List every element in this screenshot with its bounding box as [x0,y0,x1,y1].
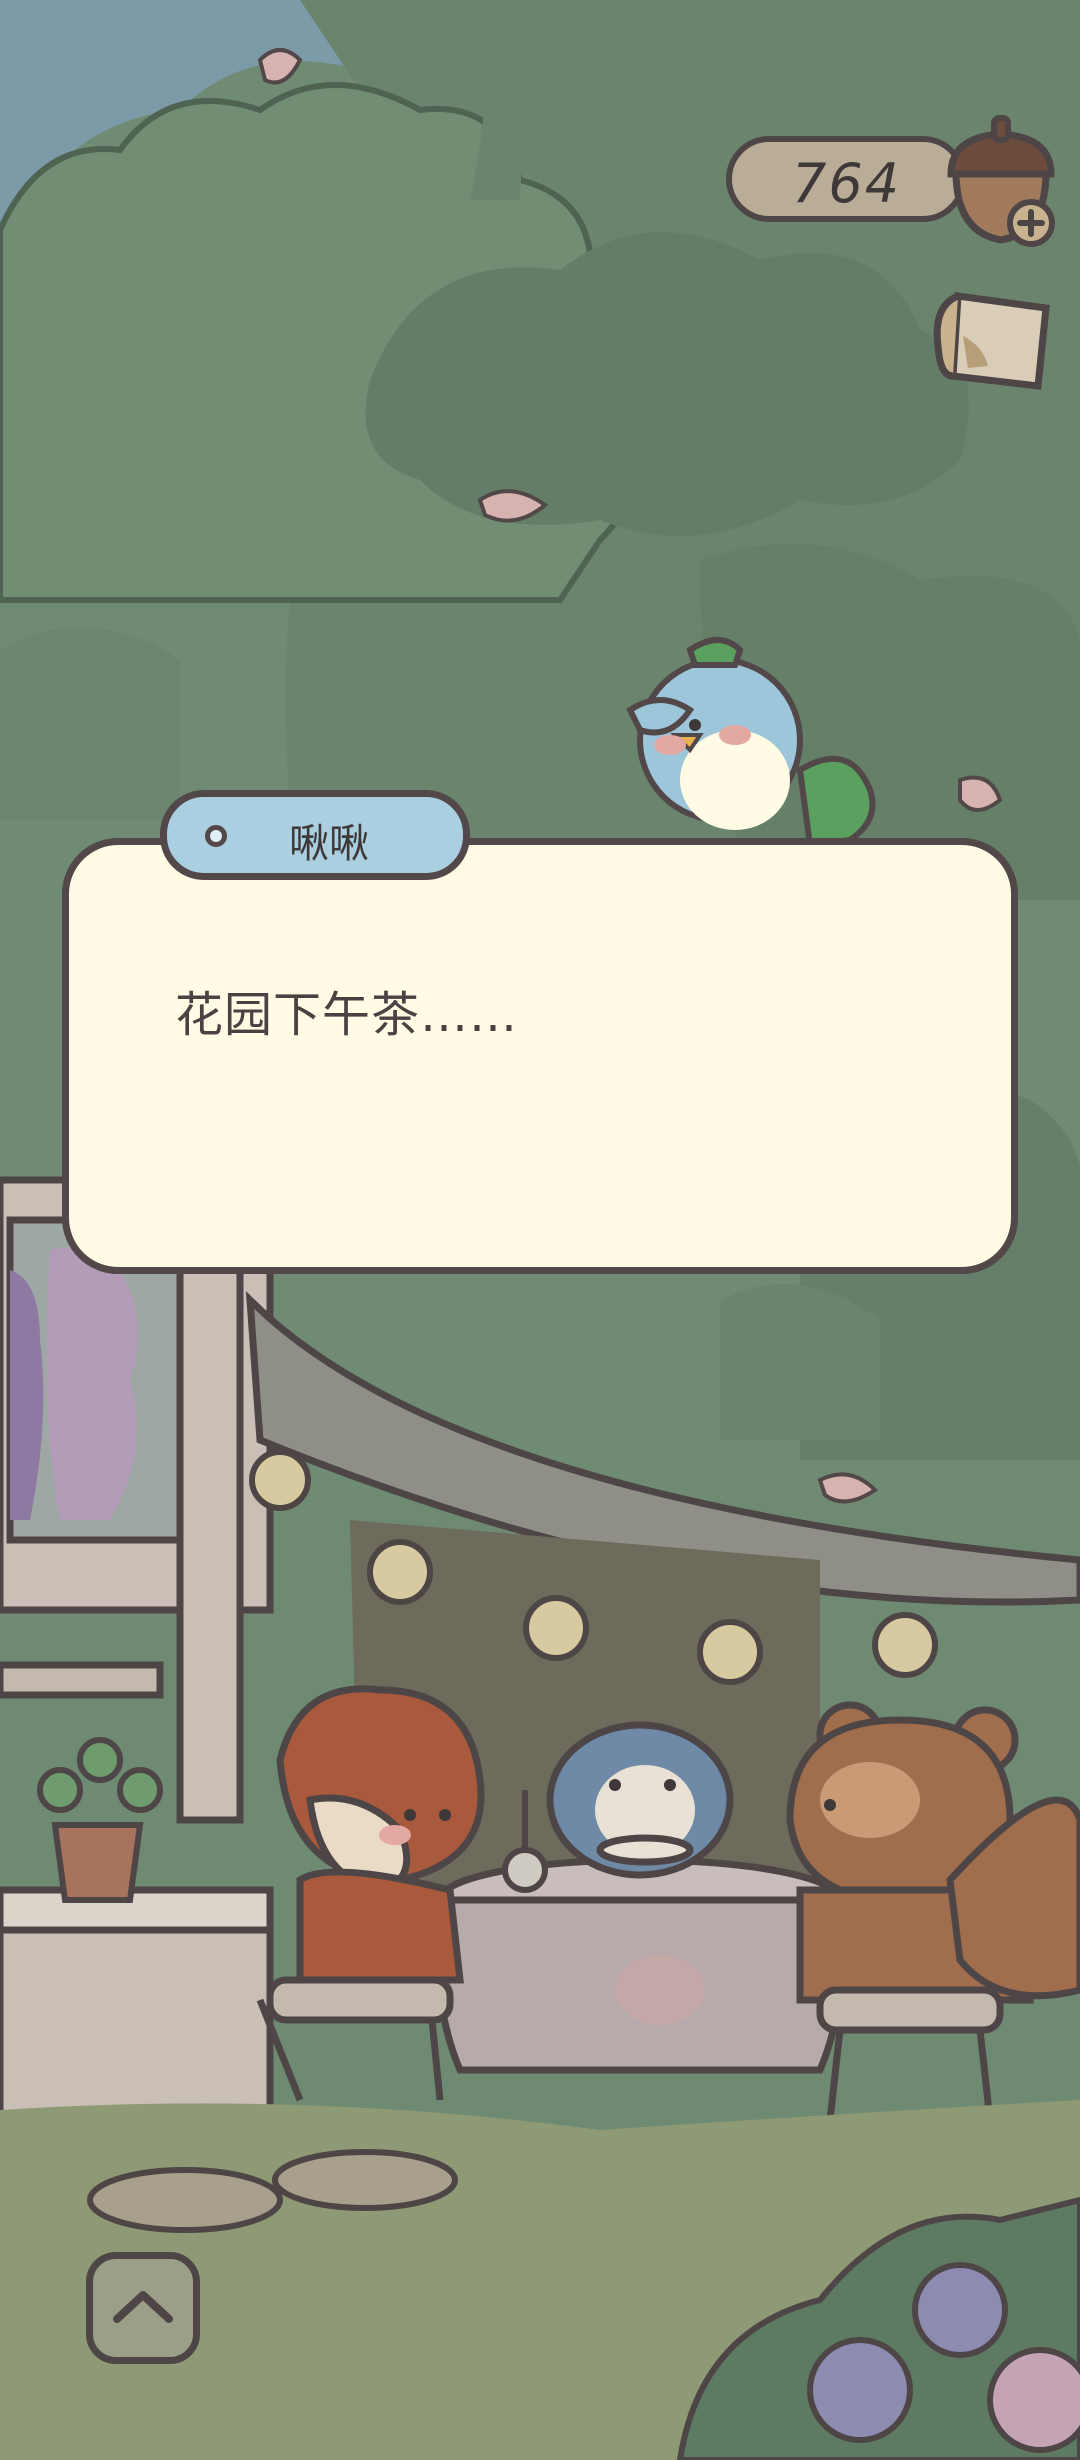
chevron-up-icon [113,2291,173,2323]
plus-icon [1007,199,1055,247]
speaker-name: 啾啾 [289,821,369,867]
add-acorns-button[interactable] [1006,198,1056,248]
dialog-box[interactable]: 花园下午茶…… [62,838,1018,1274]
acorn-count: 764 [792,152,902,215]
mail-icon [933,292,1050,390]
speaker-name-tag: 啾啾 [160,790,470,880]
mail-button[interactable] [928,276,1058,406]
acorn-counter: 764 [726,136,966,222]
expand-button[interactable] [86,2252,200,2364]
dialog-text: 花园下午茶…… [175,987,519,1043]
